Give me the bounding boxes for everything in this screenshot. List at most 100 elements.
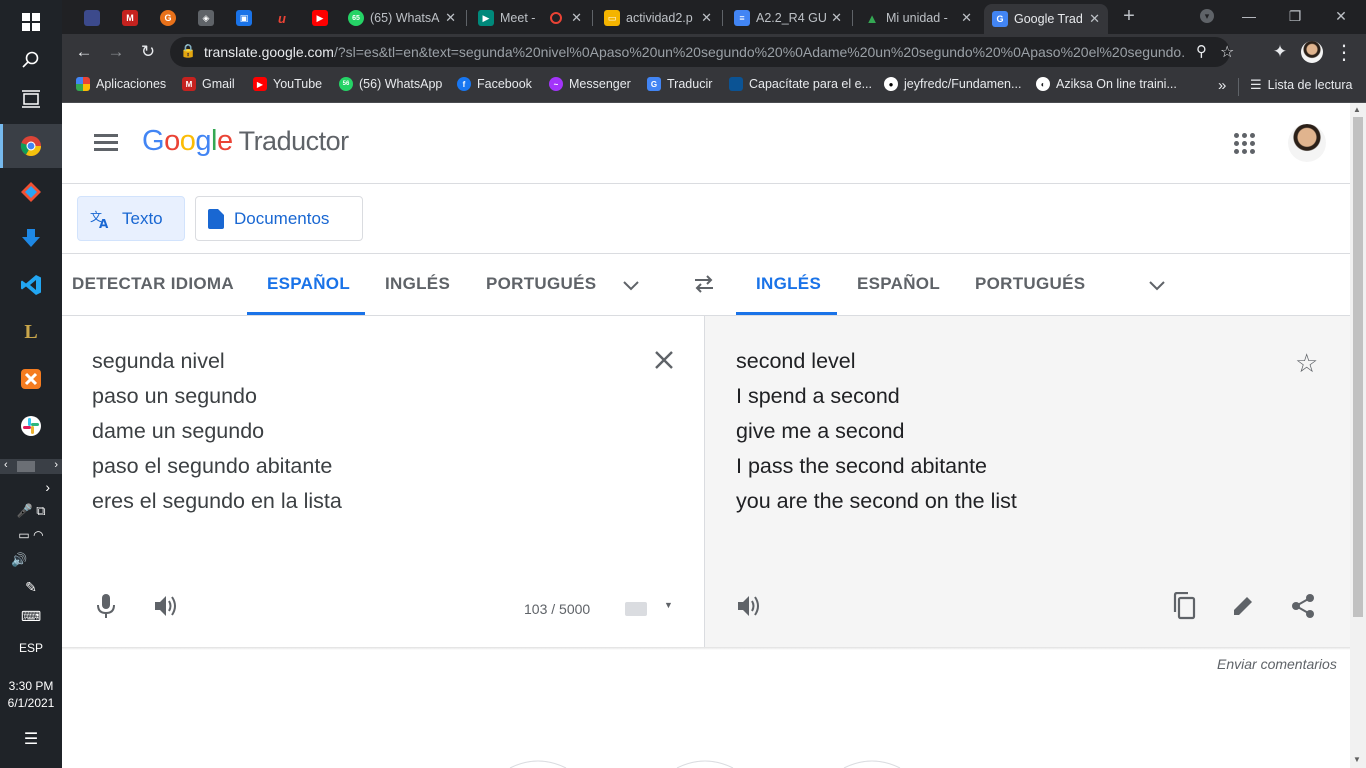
keyboard-icon[interactable]: ⌨ — [0, 608, 62, 625]
taskbar-xampp[interactable] — [0, 357, 62, 401]
tab-whatsapp[interactable]: 65 (65) WhatsA ✕ — [340, 4, 464, 32]
close-tab-icon[interactable]: ✕ — [1089, 11, 1100, 27]
clock-date[interactable]: 6/1/2021 — [0, 696, 62, 710]
taskbar-scroll[interactable]: ‹ › — [0, 459, 62, 474]
new-tab-button[interactable]: + — [1106, 0, 1152, 32]
minimize-button[interactable]: — — [1226, 0, 1272, 32]
volume-icon[interactable]: 🔊 — [0, 552, 62, 568]
url-text[interactable]: translate.google.com/?sl=es&tl=en&text=s… — [204, 44, 1184, 60]
profile-avatar[interactable] — [1300, 40, 1324, 64]
documents-mode-button[interactable]: Documentos — [195, 196, 363, 241]
scrollbar-thumb[interactable] — [1353, 117, 1363, 617]
tray-expand-icon[interactable]: › — [0, 479, 62, 495]
menu-kebab-icon[interactable]: ⋮ — [1332, 40, 1356, 64]
extensions-icon[interactable]: ✦ — [1268, 40, 1292, 64]
tab-pinned-6[interactable]: u — [266, 4, 296, 32]
close-tab-icon[interactable]: ✕ — [571, 10, 582, 26]
copy-translation-button[interactable] — [1169, 592, 1197, 620]
restore-button[interactable]: ❐ — [1272, 0, 1318, 32]
back-icon[interactable]: ← — [72, 40, 96, 64]
bookmark-github[interactable]: ● jeyfredc/Fundamen... — [884, 77, 1021, 91]
bookmark-star-icon[interactable]: ☆ — [1220, 42, 1234, 62]
keyboard-icon[interactable] — [625, 602, 647, 616]
source-lang-english[interactable]: INGLÉS — [385, 274, 450, 294]
clock-time[interactable]: 3:30 PM — [0, 679, 62, 693]
swap-languages-icon[interactable] — [692, 272, 716, 296]
tab-google-translate[interactable]: G Google Trad ✕ — [984, 4, 1108, 34]
taskbar-downloader[interactable] — [0, 216, 62, 260]
tab-pinned-7[interactable]: ▶ — [304, 4, 334, 32]
translate-page: Google Traductor 文A Texto Documentos DETE… — [62, 103, 1350, 768]
source-lang-portuguese[interactable]: PORTUGUÉS — [486, 274, 596, 294]
share-translation-button[interactable] — [1289, 592, 1317, 620]
send-feedback-link[interactable]: Enviar comentarios — [1217, 656, 1337, 672]
google-apps-icon[interactable] — [1234, 133, 1256, 155]
close-tab-icon[interactable]: ✕ — [961, 10, 972, 26]
bookmark-messenger[interactable]: ~ Messenger — [549, 77, 631, 91]
bookmark-youtube[interactable]: ▶ YouTube — [253, 77, 322, 91]
source-lang-more-icon[interactable] — [622, 276, 640, 294]
save-translation-star-icon[interactable]: ☆ — [1295, 348, 1318, 379]
tab-pinned-2[interactable]: M — [114, 4, 144, 32]
target-lang-english[interactable]: INGLÉS — [756, 274, 821, 294]
reload-icon[interactable]: ↻ — [136, 40, 160, 64]
notifications-icon[interactable]: ☰ — [0, 729, 62, 749]
search-button[interactable] — [0, 38, 62, 82]
tab-drive[interactable]: ▲ Mi unidad - ✕ — [856, 4, 980, 32]
tab-pinned-1[interactable] — [76, 4, 106, 32]
taskbar-slack[interactable] — [0, 404, 62, 448]
target-lang-spanish[interactable]: ESPAÑOL — [857, 274, 940, 294]
taskbar-lol[interactable]: L — [0, 310, 62, 354]
source-panel: segunda nivel paso un segundo dame un se… — [62, 316, 705, 647]
bookmark-facebook[interactable]: f Facebook — [457, 77, 532, 91]
google-translate-logo[interactable]: Google Traductor — [142, 125, 349, 158]
bookmark-capacitate[interactable]: Capacítate para el e... — [729, 77, 872, 91]
forward-icon[interactable]: → — [104, 40, 128, 64]
address-bar[interactable]: 🔒 translate.google.com/?sl=es&tl=en&text… — [170, 37, 1234, 67]
tab-docs[interactable]: ≡ A2.2_R4 GU ✕ — [726, 4, 850, 32]
bookmark-aziksa[interactable]: ◐ Aziksa On line traini... — [1036, 77, 1177, 91]
tab-meet[interactable]: ▶ Meet - ✕ — [470, 4, 590, 32]
input-language[interactable]: ESP — [0, 641, 62, 655]
bookmark-whatsapp[interactable]: 56 (56) WhatsApp — [339, 77, 442, 91]
taskbar-vscode[interactable] — [0, 263, 62, 307]
close-tab-icon[interactable]: ✕ — [831, 10, 842, 26]
close-tab-icon[interactable]: ✕ — [701, 10, 712, 26]
task-view-button[interactable] — [0, 77, 62, 121]
tab-pinned-5[interactable]: ▣ — [228, 4, 258, 32]
bookmark-gmail[interactable]: M Gmail — [182, 77, 235, 91]
tab-search-button[interactable]: ▾ — [1184, 0, 1230, 32]
target-lang-portuguese[interactable]: PORTUGUÉS — [975, 274, 1085, 294]
main-menu-icon[interactable] — [94, 133, 120, 153]
target-lang-more-icon[interactable] — [1148, 276, 1166, 294]
tab-pinned-3[interactable]: G — [152, 4, 182, 32]
source-lang-detect[interactable]: DETECTAR IDIOMA — [72, 274, 234, 294]
close-window-button[interactable]: ✕ — [1318, 0, 1364, 32]
account-avatar[interactable] — [1288, 124, 1326, 162]
page-scrollbar[interactable]: ▲ ▼ — [1350, 103, 1366, 768]
voice-input-button[interactable] — [92, 592, 120, 620]
source-textarea[interactable]: segunda nivel paso un segundo dame un se… — [92, 344, 342, 519]
edit-translation-button[interactable] — [1229, 592, 1257, 620]
clear-text-icon[interactable] — [652, 348, 676, 372]
input-tools-dropdown-icon[interactable]: ▼ — [664, 600, 673, 610]
pen-icon[interactable]: ✎ — [0, 579, 62, 596]
taskbar-git-app[interactable] — [0, 170, 62, 214]
zoom-icon[interactable]: ⚲ — [1196, 42, 1207, 60]
text-mode-button[interactable]: 文A Texto — [77, 196, 185, 241]
tray-icons-row-1[interactable]: 🎤 ⧉ — [0, 503, 62, 519]
reading-list-button[interactable]: ☰ Lista de lectura — [1250, 77, 1352, 93]
source-lang-spanish[interactable]: ESPAÑOL — [267, 274, 350, 294]
taskbar-chrome[interactable] — [0, 124, 62, 168]
close-tab-icon[interactable]: ✕ — [445, 10, 456, 26]
listen-source-button[interactable] — [152, 592, 180, 620]
tab-slides[interactable]: ▭ actividad2.p ✕ — [596, 4, 720, 32]
scroll-up-icon[interactable]: ▲ — [1353, 105, 1361, 114]
bookmark-apps[interactable]: Aplicaciones — [76, 77, 166, 91]
tray-icons-row-2[interactable]: ▭ ◠ — [0, 528, 62, 542]
listen-translation-button[interactable] — [735, 592, 763, 620]
scroll-down-icon[interactable]: ▼ — [1353, 755, 1361, 764]
more-bookmarks-button[interactable]: » — [1218, 77, 1226, 94]
tab-pinned-4[interactable]: ◈ — [190, 4, 220, 32]
bookmark-translate[interactable]: G Traducir — [647, 77, 712, 91]
